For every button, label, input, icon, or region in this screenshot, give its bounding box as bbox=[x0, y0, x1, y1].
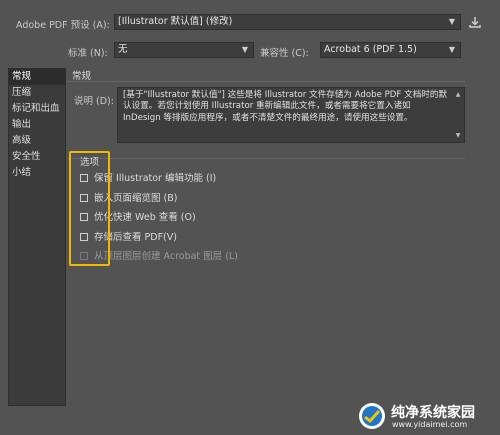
desc-label: 说明 (D): bbox=[74, 96, 114, 107]
section-divider bbox=[68, 81, 465, 82]
save-preset-icon[interactable] bbox=[468, 15, 482, 29]
scroll-up-icon[interactable]: ▲ bbox=[453, 89, 463, 100]
highlight-box bbox=[69, 151, 110, 266]
section-title: 常规 bbox=[72, 71, 92, 82]
description-scrollbar[interactable]: ▲ ▼ bbox=[453, 89, 463, 141]
watermark: 纯净系统家园 www.yidaimei.com bbox=[356, 401, 494, 431]
sidebar-item-output[interactable]: 输出 bbox=[9, 117, 65, 133]
option-label: 保留 Illustrator 编辑功能 (I) bbox=[94, 173, 217, 184]
sidebar-item-security[interactable]: 安全性 bbox=[9, 149, 65, 165]
watermark-title: 纯净系统家园 bbox=[391, 405, 475, 421]
sidebar-item-compression[interactable]: 压缩 bbox=[9, 85, 65, 101]
option-label: 从顶层图层创建 Acrobat 图层 (L) bbox=[94, 251, 238, 262]
preset-dropdown[interactable]: [Illustrator 默认值] (修改) ▼ bbox=[114, 14, 461, 30]
description-textarea[interactable]: [基于"Illustrator 默认值"] 这些是将 Illustrator 文… bbox=[117, 87, 465, 143]
preset-label: Adobe PDF 预设 (A): bbox=[16, 20, 110, 31]
chevron-down-icon: ▼ bbox=[448, 45, 455, 54]
chevron-down-icon: ▼ bbox=[241, 45, 248, 54]
standard-dropdown[interactable]: 无 ▼ bbox=[114, 42, 254, 58]
watermark-url: www.yidaimei.com bbox=[392, 420, 468, 429]
sidebar-item-marks-bleeds[interactable]: 标记和出血 bbox=[9, 101, 65, 117]
preset-value: [Illustrator 默认值] (修改) bbox=[118, 16, 233, 27]
watermark-logo-icon bbox=[359, 403, 385, 429]
standard-value: 无 bbox=[118, 44, 128, 55]
compat-value: Acrobat 6 (PDF 1.5) bbox=[324, 44, 417, 55]
sidebar-nav: 常规 压缩 标记和出血 输出 高级 安全性 小结 bbox=[8, 68, 66, 406]
compat-label: 兼容性 (C): bbox=[260, 48, 309, 59]
sidebar-item-advanced[interactable]: 高级 bbox=[9, 133, 65, 149]
compat-dropdown[interactable]: Acrobat 6 (PDF 1.5) ▼ bbox=[320, 42, 461, 58]
sidebar-item-general[interactable]: 常规 bbox=[9, 69, 65, 85]
description-text: [基于"Illustrator 默认值"] 这些是将 Illustrator 文… bbox=[123, 90, 448, 123]
standard-label: 标准 (N): bbox=[68, 48, 108, 59]
chevron-down-icon: ▼ bbox=[448, 17, 455, 26]
sidebar-item-summary[interactable]: 小结 bbox=[9, 165, 65, 181]
scroll-down-icon[interactable]: ▼ bbox=[453, 130, 463, 141]
